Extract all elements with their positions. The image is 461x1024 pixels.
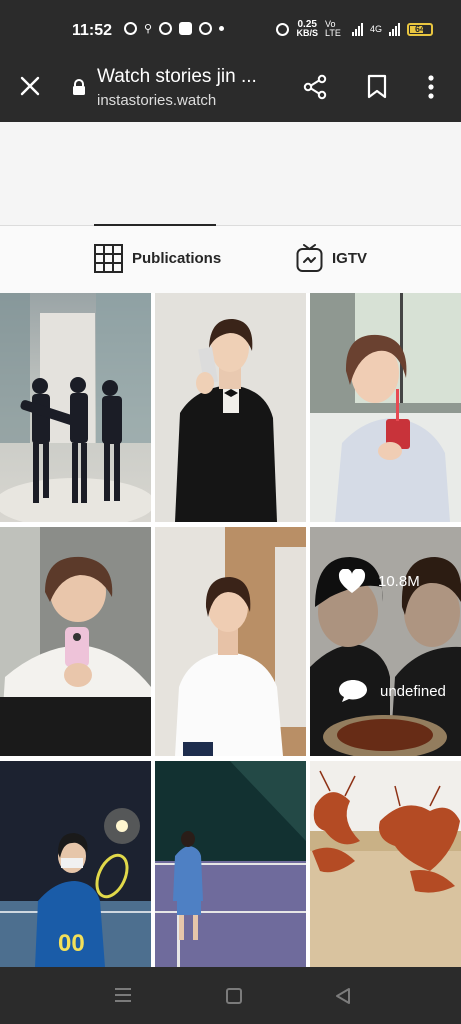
system-navigation-bar [0,967,461,1024]
photo-image: 00 [0,761,151,967]
grid-photo-6[interactable]: 10.8M undefined [310,527,461,756]
tab-igtv-label: IGTV [332,250,368,267]
comment-bubble-icon [339,680,367,702]
photo-image [175,527,306,756]
battery-level: 64 [414,23,425,34]
whatsapp-icon [124,22,137,35]
page-title[interactable]: Watch stories jin ... [97,66,257,88]
browser-toolbar: Watch stories jin ... instastories.watch [0,50,461,122]
more-notifications-dot [219,26,225,31]
status-bar: 11:52 ⚲ 0.25 KB/S Vo LTE 4G 64 [0,0,461,50]
comments-value: undefined [380,682,446,700]
page-url[interactable]: instastories.watch [97,92,216,109]
grid-photo-1[interactable] [0,293,151,522]
network-speed-unit: KB/S [296,28,318,38]
heart-icon [338,569,366,593]
likes-value: 10.8M [378,573,420,590]
status-time: 11:52 [72,22,113,39]
app-notification-icon [159,22,173,35]
photo-image [310,761,461,967]
tab-publications-label: Publications [132,250,222,267]
grid-photo-5[interactable] [155,527,306,756]
grid-photo-9[interactable] [310,761,461,967]
content-tabs: Publications IGTV [0,226,461,292]
grid-icon [94,244,123,273]
grid-photo-3[interactable] [310,293,461,522]
photo-image [0,527,151,756]
bookmark-icon[interactable] [366,74,388,100]
menu-icon[interactable] [114,987,132,1003]
signal-icon-2 [389,22,400,36]
network-type: 4G [369,24,382,34]
grid-photo-7[interactable]: 00 [0,761,151,967]
back-icon[interactable] [335,987,351,1005]
app-notification-icon [179,22,193,35]
grid-photo-2[interactable] [155,293,306,522]
network-speed: 0.25 KB/S [296,20,318,38]
svg-text:00: 00 [58,930,85,957]
lock-icon [73,79,85,95]
profile-area-blank [0,122,461,225]
likes-count: 10.8M [338,569,420,594]
publications-grid: 10.8M undefined 00 [0,293,461,967]
tab-publications[interactable]: Publications [94,244,221,273]
alarm-icon [276,22,290,36]
photo-image [155,761,306,967]
igtv-icon [296,244,323,272]
more-vert-icon[interactable] [424,74,438,100]
status-icons-right: 0.25 KB/S Vo LTE 4G 64 [276,20,433,38]
grid-photo-8[interactable] [155,761,306,967]
notification-icons: ⚲ [124,22,225,35]
grid-photo-4[interactable] [0,527,151,756]
signal-icon [351,22,363,36]
photo-image [175,318,277,522]
tab-igtv[interactable]: IGTV [296,244,367,273]
close-icon[interactable] [18,74,42,98]
comments-count: undefined [338,679,446,703]
app-notification-icon [199,22,213,35]
hover-overlay [310,527,461,756]
share-icon[interactable] [302,74,328,100]
volte-label: Vo LTE [324,19,341,38]
search-small-icon: ⚲ [144,23,153,35]
home-icon[interactable] [225,987,243,1005]
battery-icon: 64 [407,22,433,36]
photo-image [0,293,151,522]
photo-image [310,293,461,522]
